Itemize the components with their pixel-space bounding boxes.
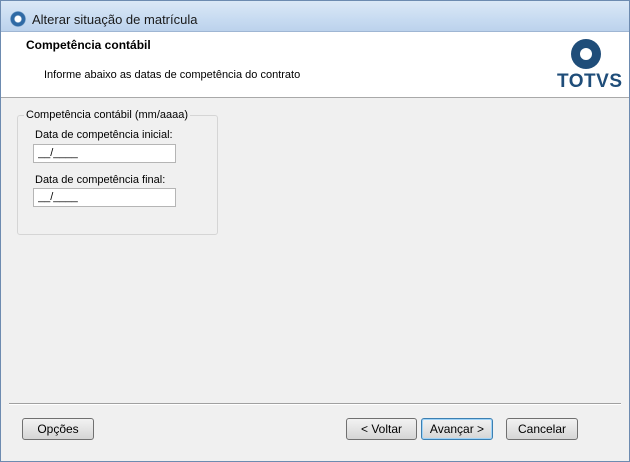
window-title: Alterar situação de matrícula [32, 12, 198, 27]
initial-date-label: Data de competência inicial: [35, 129, 173, 141]
final-date-input[interactable] [33, 188, 176, 207]
wizard-header: Competência contábil Informe abaixo as d… [1, 32, 629, 98]
title-bar[interactable]: Alterar situação de matrícula [1, 1, 629, 32]
back-button[interactable]: < Voltar [346, 418, 417, 440]
final-date-label: Data de competência final: [35, 174, 166, 186]
totvs-logo-icon [571, 39, 601, 69]
cancel-button[interactable]: Cancelar [506, 418, 578, 440]
app-icon [10, 11, 26, 27]
wizard-window: Alterar situação de matrícula Competênci… [0, 0, 630, 462]
next-button[interactable]: Avançar > [421, 418, 493, 440]
step-description: Informe abaixo as datas de competência d… [44, 69, 301, 81]
groupbox-label: Competência contábil (mm/aaaa) [24, 109, 191, 121]
initial-date-input[interactable] [33, 144, 176, 163]
step-title: Competência contábil [26, 38, 151, 52]
totvs-logo-text: TOTVS [557, 71, 623, 92]
footer-separator [9, 403, 621, 405]
options-button[interactable]: Opções [22, 418, 94, 440]
